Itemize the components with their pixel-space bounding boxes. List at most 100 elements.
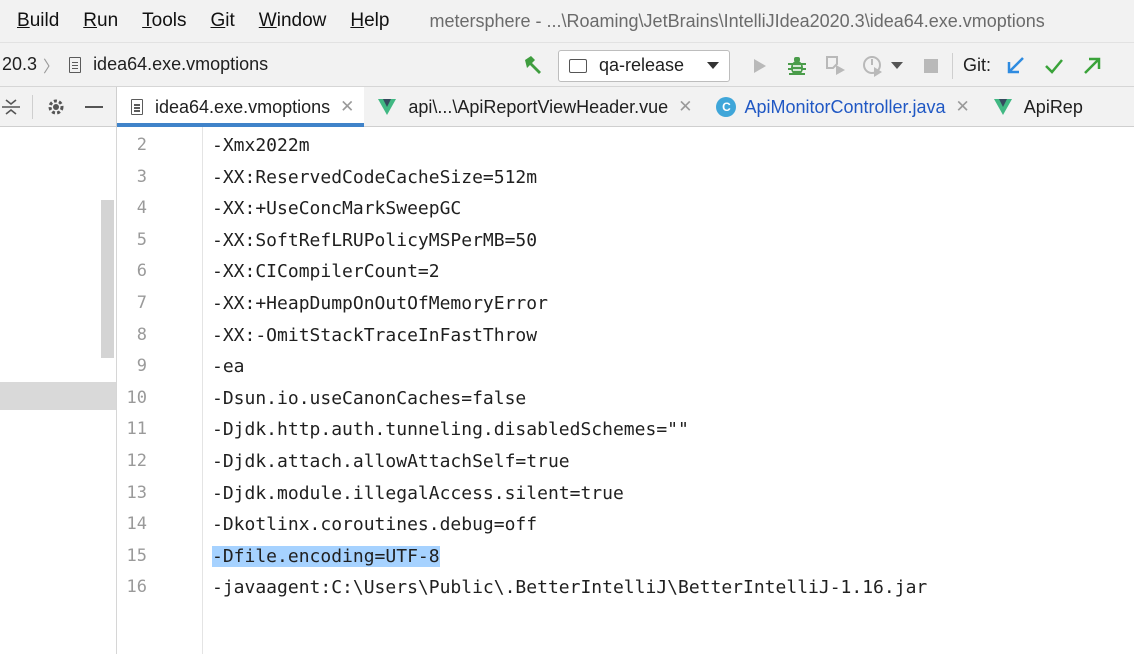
debug-bug-icon[interactable] — [784, 53, 810, 79]
menu-mnemonic: B — [17, 10, 30, 31]
line-number: 2 — [136, 135, 147, 155]
code-line[interactable]: -XX:+HeapDumpOnOutOfMemoryError — [212, 288, 548, 320]
profile-icon[interactable] — [860, 53, 886, 79]
code-line[interactable]: -Dfile.encoding=UTF-8 — [212, 541, 440, 573]
git-push-icon[interactable] — [1079, 53, 1105, 79]
run-icon[interactable] — [746, 53, 772, 79]
code-editor[interactable]: -Xmx2022m -XX:ReservedCodeCacheSize=512m -… — [203, 127, 1134, 654]
code-line-text: -XX:+UseConcMarkSweepGC — [212, 198, 462, 220]
vue-file-icon — [378, 99, 397, 115]
menu-label-rest: it — [225, 10, 235, 31]
code-line-text: -XX:CICompilerCount=2 — [212, 261, 440, 283]
editor-tab-label: api\...\ApiReportViewHeader.vue — [408, 96, 669, 117]
code-line[interactable]: -XX:SoftRefLRUPolicyMSPerMB=50 — [212, 225, 537, 257]
menu-run[interactable]: Run — [83, 10, 118, 32]
chevron-down-icon — [707, 62, 719, 69]
menu-label-rest: ools — [151, 10, 187, 31]
menu-mnemonic: R — [83, 10, 97, 31]
editor-tab[interactable]: ApiRep — [980, 87, 1093, 127]
git-commit-check-icon[interactable] — [1041, 53, 1067, 79]
toolbar: qa-release Git: — [520, 43, 1117, 88]
vue-file-icon — [993, 99, 1012, 115]
menu-label-rest: uild — [29, 10, 60, 31]
editor-tabs-row: idea64.exe.vmoptions ✕ api\...\ApiReportVi… — [0, 87, 1134, 127]
menu-tools[interactable]: Tools — [142, 10, 186, 32]
code-line-text: -XX:SoftRefLRUPolicyMSPerMB=50 — [212, 229, 538, 251]
code-line-text: -Xmx2022m — [212, 135, 310, 156]
navigation-bar: 20.3 〉 idea64.exe.vmoptions qa-release G… — [0, 42, 1134, 87]
code-line[interactable]: -ea — [212, 351, 245, 383]
java-class-icon: C — [716, 97, 737, 117]
editor-tab-label: idea64.exe.vmoptions — [155, 96, 331, 117]
menu-label-rest: elp — [364, 10, 390, 31]
editor-tab[interactable]: api\...\ApiReportViewHeader.vue ✕ — [364, 87, 702, 127]
line-number: 15 — [126, 545, 147, 566]
line-number: 10 — [126, 387, 147, 408]
line-number: 6 — [136, 261, 147, 282]
line-number: 5 — [136, 229, 147, 250]
code-line[interactable]: -Dkotlinx.coroutines.debug=off — [212, 509, 537, 541]
code-line-text: -Djdk.attach.allowAttachSelf=true — [212, 451, 570, 472]
code-line[interactable]: -Xmx2022m — [212, 130, 310, 162]
menu-help[interactable]: Help — [350, 10, 389, 32]
code-line[interactable]: -XX:ReservedCodeCacheSize=512m — [212, 162, 537, 194]
line-number: 12 — [126, 451, 147, 471]
close-icon[interactable]: ✕ — [956, 97, 970, 117]
menu-mnemonic: H — [350, 10, 365, 31]
line-number: 14 — [126, 514, 147, 535]
code-line[interactable]: -Djdk.attach.allowAttachSelf=true — [212, 446, 570, 478]
code-line[interactable]: -Djdk.module.illegalAccess.silent=true — [212, 478, 624, 510]
menu-window[interactable]: Window — [259, 10, 327, 32]
code-line-text: -Dsun.io.useCanonCaches=false — [212, 387, 527, 409]
line-number: 16 — [126, 577, 147, 598]
git-update-icon[interactable] — [1003, 53, 1029, 79]
close-icon[interactable]: ✕ — [340, 97, 354, 117]
stop-icon[interactable] — [918, 53, 944, 79]
close-icon[interactable]: ✕ — [678, 97, 692, 117]
minimize-icon[interactable] — [83, 105, 105, 109]
panel-divider — [32, 95, 33, 119]
code-line-text: -XX:+HeapDumpOnOutOfMemoryError — [212, 293, 548, 314]
editor-tab-label: ApiMonitorController.java — [744, 96, 946, 117]
run-config-select[interactable]: qa-release — [558, 49, 730, 82]
project-panel-scrollbar[interactable] — [101, 200, 114, 358]
menu-mnemonic: G — [210, 10, 226, 31]
collapse-all-icon[interactable] — [0, 98, 22, 116]
code-line-text: -XX:ReservedCodeCacheSize=512m — [212, 166, 538, 188]
breadcrumb-file[interactable]: idea64.exe.vmoptions — [93, 54, 268, 75]
code-line-text: -Djdk.module.illegalAccess.silent=true — [212, 482, 624, 504]
menu-label-rest: indow — [276, 10, 327, 31]
toolbar-divider — [952, 52, 953, 79]
window-title: metersphere - ...\Roaming\JetBrains\Inte… — [429, 10, 1045, 31]
editor-tabs: idea64.exe.vmoptions ✕ api\...\ApiReportVi… — [117, 87, 1093, 127]
project-tree-selected-item[interactable] — [0, 382, 116, 410]
line-number: 7 — [136, 293, 147, 313]
breadcrumb-version[interactable]: 20.3 — [2, 54, 37, 75]
code-line[interactable]: -XX:-OmitStackTraceInFastThrow — [212, 320, 537, 352]
chevron-down-icon[interactable] — [890, 53, 904, 79]
line-number: 9 — [136, 356, 147, 377]
file-icon — [131, 99, 143, 115]
coverage-icon[interactable] — [822, 53, 848, 79]
gear-icon[interactable] — [45, 97, 67, 117]
code-line-text: -Dkotlinx.coroutines.debug=off — [212, 514, 538, 536]
code-line[interactable]: -Djdk.http.auth.tunneling.disabledScheme… — [212, 414, 689, 446]
line-number: 13 — [126, 482, 147, 503]
code-line[interactable]: -javaagent:C:\Users\Public\.BetterIntell… — [212, 572, 927, 604]
line-number: 11 — [126, 419, 147, 440]
line-number: 3 — [136, 166, 147, 187]
menu-mnemonic: W — [258, 10, 277, 31]
line-number-gutter: 2 3 4 5 6 7 8 9 10 11 12 13 14 15 16 — [117, 127, 203, 654]
code-line-text: -ea — [212, 356, 245, 378]
code-line[interactable]: -XX:CICompilerCount=2 — [212, 256, 440, 288]
menu-bar: Build Run Tools Git Window Help metersphere -… — [0, 0, 1134, 42]
editor-tab[interactable]: C ApiMonitorController.java ✕ — [702, 87, 979, 127]
editor-tab[interactable]: idea64.exe.vmoptions ✕ — [117, 87, 365, 127]
menu-git[interactable]: Git — [211, 10, 235, 32]
menu-build[interactable]: Build — [17, 10, 59, 32]
code-line[interactable]: -XX:+UseConcMarkSweepGC — [212, 193, 461, 225]
code-line[interactable]: -Dsun.io.useCanonCaches=false — [212, 383, 526, 415]
breadcrumb-separator-icon: 〉 — [43, 58, 60, 76]
build-hammer-icon[interactable] — [520, 53, 546, 79]
project-panel — [0, 127, 117, 654]
